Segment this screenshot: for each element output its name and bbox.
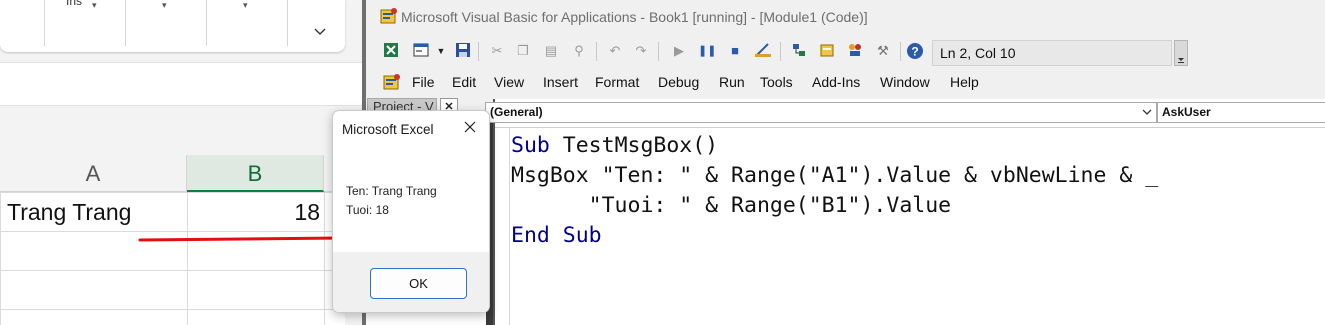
code-line-1[interactable]: Sub TestMsgBox(): [511, 133, 718, 158]
ribbon-divider: [44, 0, 45, 46]
project-explorer-icon[interactable]: [790, 42, 808, 60]
save-icon[interactable]: [454, 42, 472, 60]
menu-run[interactable]: Run: [719, 74, 745, 90]
ribbon-divider: [125, 0, 126, 46]
dropdown-caret-icon[interactable]: ▾: [243, 0, 248, 11]
message-box-footer: OK: [333, 252, 489, 312]
dropdown-caret-icon[interactable]: ▾: [162, 0, 167, 11]
code-line-2[interactable]: MsgBox "Ten: " & Range("A1").Value & vbN…: [511, 163, 1158, 188]
message-box-title: Microsoft Excel: [342, 122, 434, 137]
undo-icon[interactable]: ↶: [606, 42, 624, 60]
menu-insert[interactable]: Insert: [543, 74, 578, 90]
vba-editor-window: Microsoft Visual Basic for Applications …: [362, 0, 1325, 325]
cursor-position-display: Ln 2, Col 10: [932, 40, 1172, 66]
toolbar-separator: [596, 42, 597, 61]
code-line-3[interactable]: "Tuoi: " & Range("B1").Value: [511, 193, 951, 218]
row-divider: [0, 192, 345, 193]
menu-window[interactable]: Window: [880, 74, 930, 90]
formula-bar-area[interactable]: [0, 62, 362, 106]
menu-help[interactable]: Help: [950, 74, 979, 90]
message-box-dialog: Microsoft Excel Ten: Trang Trang Tuoi: 1…: [332, 110, 490, 313]
menu-edit[interactable]: Edit: [452, 74, 476, 90]
code-keyword: Sub: [511, 133, 550, 158]
toolbar-separator: [478, 42, 479, 61]
toolbar-separator: [658, 42, 659, 61]
procedure-dropdown-value: AskUser: [1162, 105, 1211, 119]
code-window: (General) AskUser Sub TestMsgBox() MsgBo…: [485, 99, 1325, 325]
code-text: TestMsgBox(): [549, 133, 719, 158]
svg-text:?: ?: [911, 45, 918, 59]
toolbar-separator: [780, 42, 781, 61]
vba-app-icon: [380, 7, 398, 28]
row-divider: [0, 309, 345, 310]
red-arrow-annotation: [138, 231, 358, 245]
row-divider: [0, 270, 345, 271]
menu-bar: File Edit View Insert Format Debug Run T…: [366, 70, 1325, 96]
menu-view[interactable]: View: [494, 74, 524, 90]
copy-icon[interactable]: ❐: [514, 42, 532, 60]
design-mode-icon[interactable]: [754, 42, 772, 60]
chevron-down-icon[interactable]: [1141, 103, 1153, 128]
ribbon-divider: [287, 0, 288, 46]
column-header-a[interactable]: A: [0, 155, 187, 192]
ribbon-divider: [206, 0, 207, 46]
toolbox-icon[interactable]: ⚒: [874, 42, 892, 60]
menu-add-ins[interactable]: Add-Ins: [812, 74, 860, 90]
ribbon: Ins ▾ ▾ ▾: [0, 0, 345, 52]
dropdown-caret-icon[interactable]: ▼: [432, 42, 450, 60]
break-icon[interactable]: ❚❚: [698, 42, 716, 60]
message-text-line: Ten: Trang Trang: [346, 184, 437, 198]
vba-menu-icon[interactable]: [382, 72, 402, 95]
vba-window-title: Microsoft Visual Basic for Applications …: [401, 9, 868, 25]
redo-icon[interactable]: ↷: [632, 42, 650, 60]
view-excel-icon[interactable]: [382, 42, 400, 60]
object-dropdown-value: (General): [490, 105, 543, 119]
column-divider: [0, 192, 1, 325]
run-icon[interactable]: ▶: [670, 42, 688, 60]
properties-window-icon[interactable]: [818, 42, 836, 60]
reset-icon[interactable]: ■: [726, 42, 744, 60]
toolbar-options-button[interactable]: [1174, 40, 1188, 66]
procedure-dropdown[interactable]: AskUser: [1157, 102, 1325, 123]
paste-icon[interactable]: ▤: [542, 42, 560, 60]
toolbar-separator: [900, 42, 901, 61]
menu-tools[interactable]: Tools: [760, 74, 793, 90]
cell-b1[interactable]: 18: [188, 199, 320, 226]
ribbon-insert-label[interactable]: Ins: [66, 0, 82, 8]
menu-file[interactable]: File: [412, 74, 435, 90]
message-text-line: Tuoi: 18: [346, 203, 389, 217]
cut-icon[interactable]: ✂: [488, 42, 506, 60]
code-margin[interactable]: [495, 128, 510, 325]
close-icon[interactable]: [459, 117, 481, 139]
object-browser-icon[interactable]: [846, 42, 864, 60]
code-line-4[interactable]: End Sub: [511, 223, 602, 248]
menu-debug[interactable]: Debug: [658, 74, 699, 90]
help-icon[interactable]: ?: [906, 42, 924, 60]
code-editor[interactable]: Sub TestMsgBox() MsgBox "Ten: " & Range(…: [495, 127, 1325, 325]
column-header-b[interactable]: B: [187, 155, 324, 192]
chevron-down-icon[interactable]: [314, 24, 326, 39]
object-dropdown[interactable]: (General): [485, 102, 1157, 123]
vba-title-bar[interactable]: Microsoft Visual Basic for Applications …: [366, 0, 1325, 33]
menu-format[interactable]: Format: [595, 74, 639, 90]
column-divider: [324, 192, 325, 325]
insert-userform-icon[interactable]: [412, 42, 430, 60]
dropdown-caret-icon[interactable]: ▾: [92, 0, 97, 11]
ok-button[interactable]: OK: [370, 268, 467, 299]
excel-window: Ins ▾ ▾ ▾ A B Trang Trang 18: [0, 0, 362, 325]
cell-a1[interactable]: Trang Trang: [7, 199, 131, 226]
find-icon[interactable]: ⚲: [570, 42, 588, 60]
